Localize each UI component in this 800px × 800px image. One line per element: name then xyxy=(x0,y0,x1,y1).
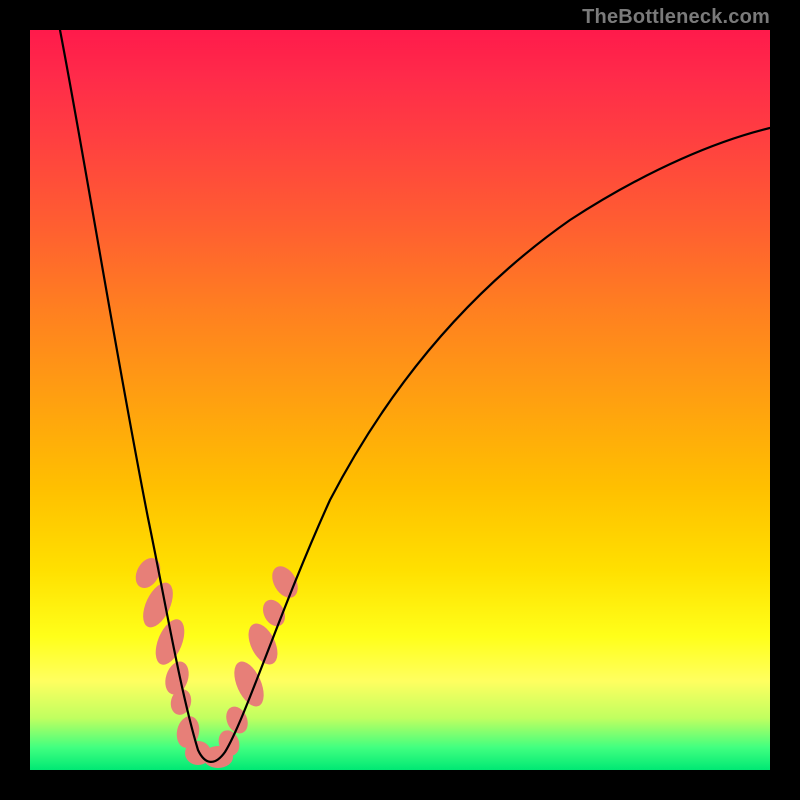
highlight-blobs xyxy=(131,554,303,768)
watermark-text: TheBottleneck.com xyxy=(582,6,770,29)
blob-icon xyxy=(259,596,290,630)
blob-icon xyxy=(267,562,303,602)
plot-area xyxy=(30,30,770,770)
chart-frame: TheBottleneck.com xyxy=(0,0,800,800)
curve-svg xyxy=(30,30,770,770)
